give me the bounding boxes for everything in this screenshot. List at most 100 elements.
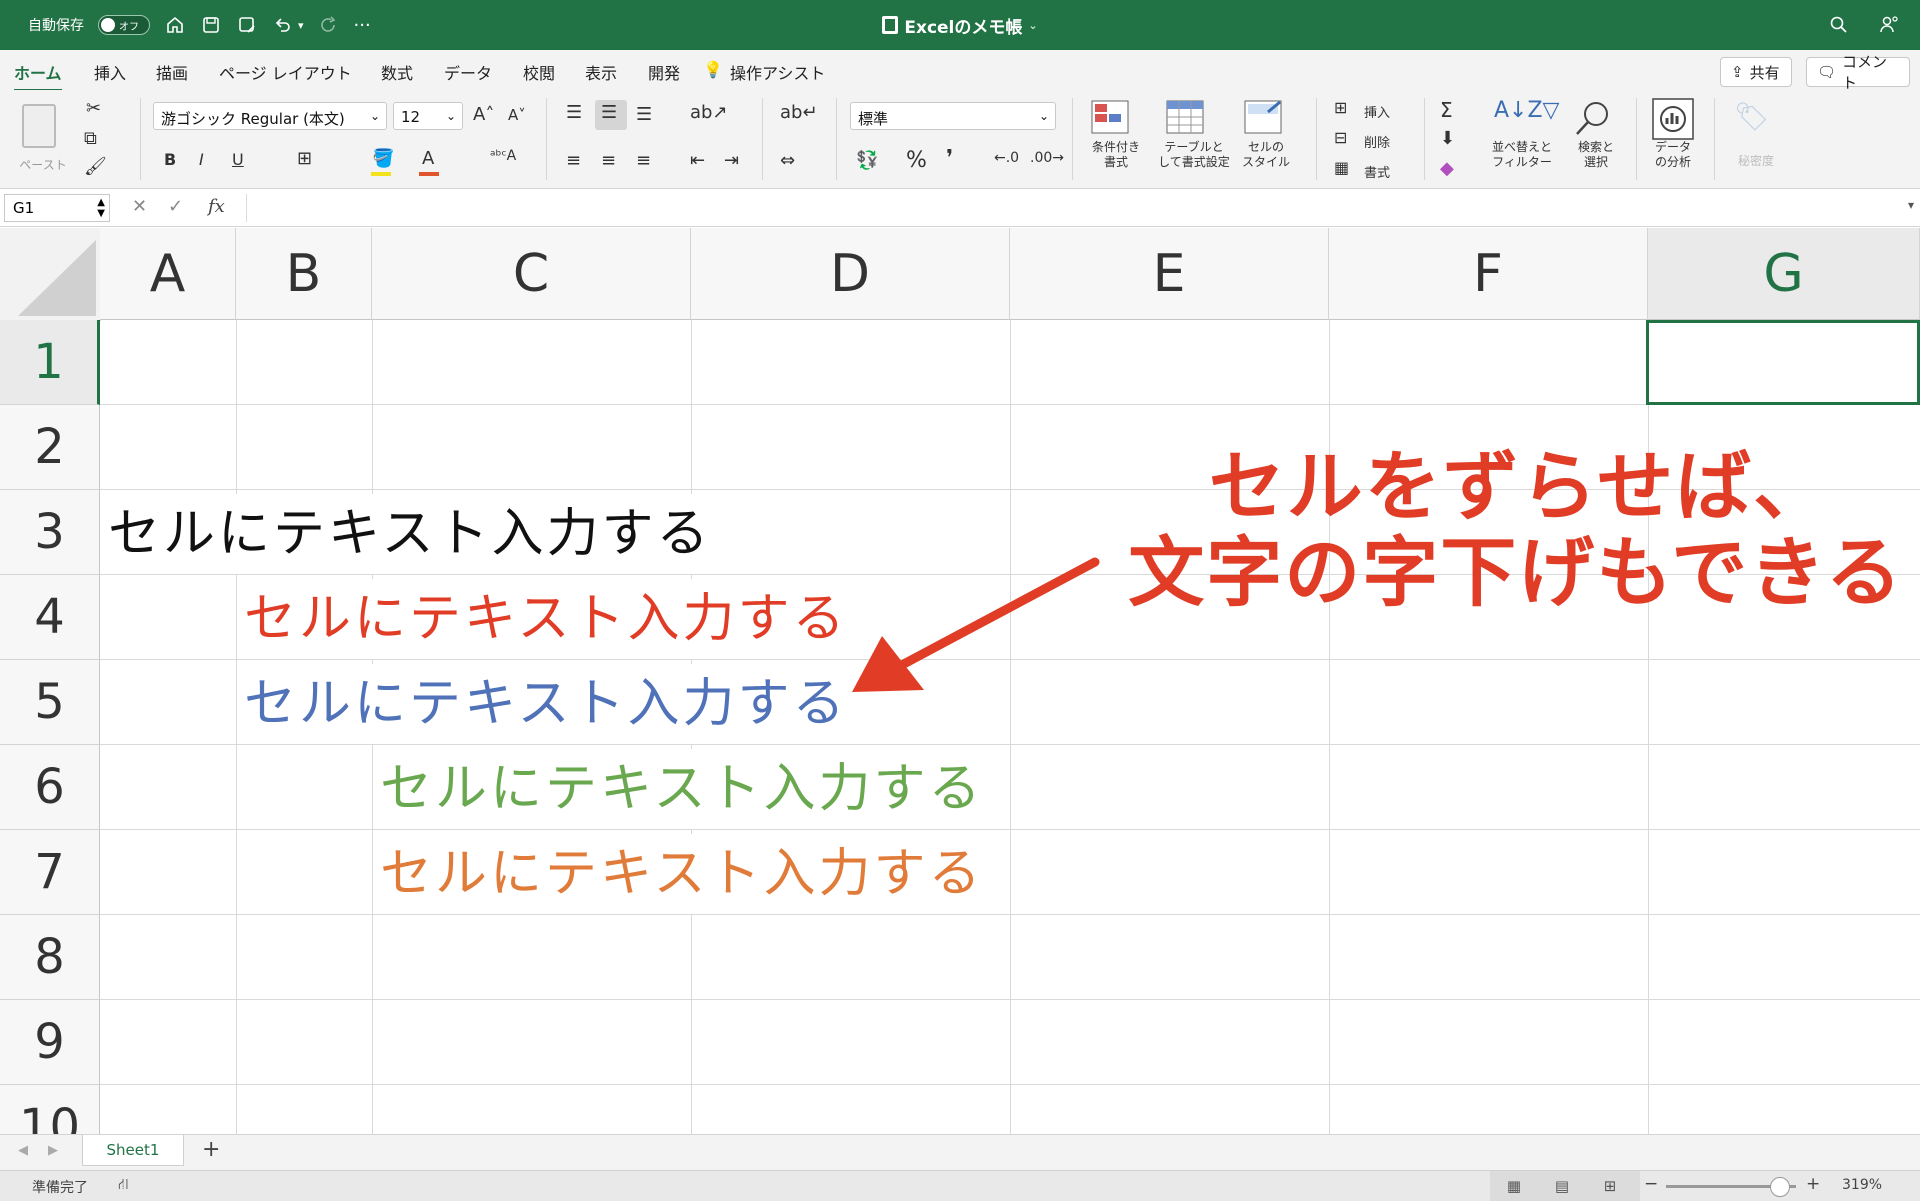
sensitivity-button[interactable]: 🏷 秘密度 — [1726, 96, 1790, 182]
cell-styles-button[interactable]: セルの スタイル — [1240, 96, 1300, 182]
currency-icon[interactable]: 💱 — [856, 150, 878, 171]
font-name-select[interactable]: 游ゴシック Regular (本文) ⌄ — [153, 102, 387, 130]
fill-color-icon[interactable]: 🪣 — [372, 148, 394, 169]
autosum-icon[interactable]: Σ — [1440, 98, 1453, 122]
cell-c6[interactable]: セルにテキスト入力する — [380, 749, 988, 829]
next-sheet-icon[interactable]: ▶ — [48, 1143, 58, 1158]
zoom-slider[interactable] — [1666, 1177, 1796, 1197]
borders-icon[interactable]: ⊞ — [297, 148, 312, 169]
bold-button[interactable]: B — [164, 150, 176, 169]
conditional-formatting-button[interactable]: 条件付き 書式 — [1086, 96, 1146, 182]
zoom-in-button[interactable]: + — [1806, 1174, 1820, 1194]
delete-cells-button[interactable]: ⊟ 削除 — [1334, 128, 1414, 152]
align-middle-button[interactable]: ☰ — [595, 100, 627, 130]
autosave-toggle[interactable]: オフ — [98, 15, 150, 35]
fill-icon[interactable]: ⬇ — [1440, 128, 1455, 149]
align-bottom-icon[interactable]: ☰ — [636, 104, 652, 125]
tab-draw[interactable]: 描画 — [156, 60, 188, 84]
number-format-select[interactable]: 標準 ⌄ — [850, 102, 1056, 130]
increase-font-icon[interactable]: A˄ — [473, 104, 494, 125]
cell-b4[interactable]: セルにテキスト入力する — [244, 579, 852, 659]
column-header-d[interactable]: D — [691, 228, 1010, 320]
cell-b5[interactable]: セルにテキスト入力する — [244, 664, 852, 744]
cancel-edit-icon[interactable]: ✕ — [132, 196, 147, 217]
row-header-2[interactable]: 2 — [0, 405, 100, 490]
percent-button[interactable]: % — [906, 148, 927, 173]
comma-style-button[interactable]: ❜ — [946, 146, 953, 171]
add-sheet-button[interactable]: + — [202, 1137, 220, 1162]
decrease-font-icon[interactable]: A˅ — [508, 106, 526, 124]
selected-cell-g1[interactable] — [1646, 320, 1920, 405]
row-header-1[interactable]: 1 — [0, 320, 100, 405]
save-icon[interactable] — [200, 14, 222, 36]
page-layout-view-icon[interactable]: ▤ — [1542, 1174, 1582, 1198]
row-header-10[interactable]: 10 — [0, 1085, 100, 1134]
save-as-icon[interactable] — [236, 14, 258, 36]
redo-icon[interactable] — [318, 14, 340, 36]
copy-icon[interactable]: ⧉ — [84, 128, 97, 149]
zoom-slider-thumb[interactable] — [1770, 1177, 1790, 1197]
normal-view-icon[interactable]: ▦ — [1494, 1174, 1534, 1198]
tab-home[interactable]: ホーム — [14, 60, 62, 92]
cell-a3[interactable]: セルにテキスト入力する — [108, 494, 716, 574]
tab-data[interactable]: データ — [444, 60, 492, 84]
decrease-indent-icon[interactable]: ⇤ — [690, 150, 705, 171]
home-icon[interactable] — [164, 14, 186, 36]
cell-c7[interactable]: セルにテキスト入力する — [380, 834, 988, 914]
find-select-button[interactable]: 検索と 選択 — [1566, 96, 1626, 182]
wrap-text-icon[interactable]: ab↵ — [780, 102, 818, 123]
tell-me-lightbulb-icon[interactable]: 💡 — [703, 60, 723, 79]
share-button[interactable]: ⇪ 共有 — [1720, 57, 1792, 87]
page-break-view-icon[interactable]: ⊞ — [1590, 1174, 1630, 1198]
tab-review[interactable]: 校閲 — [523, 60, 555, 84]
tab-insert[interactable]: 挿入 — [94, 60, 126, 84]
formula-input[interactable] — [246, 194, 1887, 222]
sheet-tab-sheet1[interactable]: Sheet1 — [82, 1135, 184, 1166]
confirm-edit-icon[interactable]: ✓ — [168, 196, 183, 217]
expand-formula-icon[interactable]: ▾ — [1908, 198, 1914, 212]
decrease-decimal-icon[interactable]: .00→ — [1030, 150, 1064, 166]
italic-button[interactable]: I — [199, 150, 204, 169]
align-right-icon[interactable]: ≡ — [636, 150, 651, 171]
font-size-select[interactable]: 12 ⌄ — [393, 102, 463, 130]
accessibility-icon[interactable]: ⛙ — [118, 1175, 129, 1195]
undo-icon[interactable] — [272, 14, 294, 36]
sort-filter-button[interactable]: A↓Z▽ 並べ替えと フィルター — [1484, 96, 1560, 182]
tab-page-layout[interactable]: ページ レイアウト — [219, 60, 352, 84]
column-header-g[interactable]: G — [1648, 228, 1920, 320]
row-header-9[interactable]: 9 — [0, 1000, 100, 1085]
zoom-level[interactable]: 319% — [1842, 1177, 1882, 1193]
align-top-icon[interactable]: ☰ — [566, 102, 582, 123]
cut-icon[interactable]: ✂ — [86, 98, 101, 119]
phonetic-guide-icon[interactable]: ᵃᵇᶜA — [490, 148, 516, 164]
format-as-table-button[interactable]: テーブルと して書式設定 — [1156, 96, 1232, 182]
font-color-icon[interactable]: A — [422, 148, 434, 169]
search-icon[interactable] — [1828, 14, 1850, 36]
row-header-7[interactable]: 7 — [0, 830, 100, 915]
row-header-3[interactable]: 3 — [0, 490, 100, 575]
tab-developer[interactable]: 開発 — [648, 60, 680, 84]
comments-button[interactable]: 🗨 コメント — [1806, 53, 1910, 92]
analyze-data-button[interactable]: データ の分析 — [1648, 96, 1698, 182]
align-left-icon[interactable]: ≡ — [566, 150, 581, 171]
row-header-5[interactable]: 5 — [0, 660, 100, 745]
increase-decimal-icon[interactable]: ←.0 — [994, 150, 1019, 166]
row-header-6[interactable]: 6 — [0, 745, 100, 830]
merge-center-icon[interactable]: ⇔ — [780, 150, 795, 171]
zoom-out-button[interactable]: − — [1644, 1174, 1658, 1194]
column-header-e[interactable]: E — [1010, 228, 1329, 320]
tab-formulas[interactable]: 数式 — [381, 60, 413, 84]
undo-dropdown-icon[interactable]: ▾ — [298, 19, 304, 32]
column-header-f[interactable]: F — [1329, 228, 1648, 320]
format-cells-button[interactable]: ▦ 書式 — [1334, 158, 1414, 182]
tab-view[interactable]: 表示 — [585, 60, 617, 84]
format-painter-icon[interactable]: 🖌 — [84, 156, 107, 177]
worksheet-grid[interactable]: A B C D E F G 1 2 3 4 5 6 7 8 9 10 セルにテキ… — [0, 228, 1920, 1134]
tell-me-search[interactable]: 操作アシスト — [730, 60, 825, 84]
prev-sheet-icon[interactable]: ◀ — [18, 1143, 28, 1158]
increase-indent-icon[interactable]: ⇥ — [724, 150, 739, 171]
clear-icon[interactable]: ◆ — [1440, 158, 1454, 179]
column-header-c[interactable]: C — [372, 228, 691, 320]
row-header-8[interactable]: 8 — [0, 915, 100, 1000]
column-header-a[interactable]: A — [100, 228, 236, 320]
